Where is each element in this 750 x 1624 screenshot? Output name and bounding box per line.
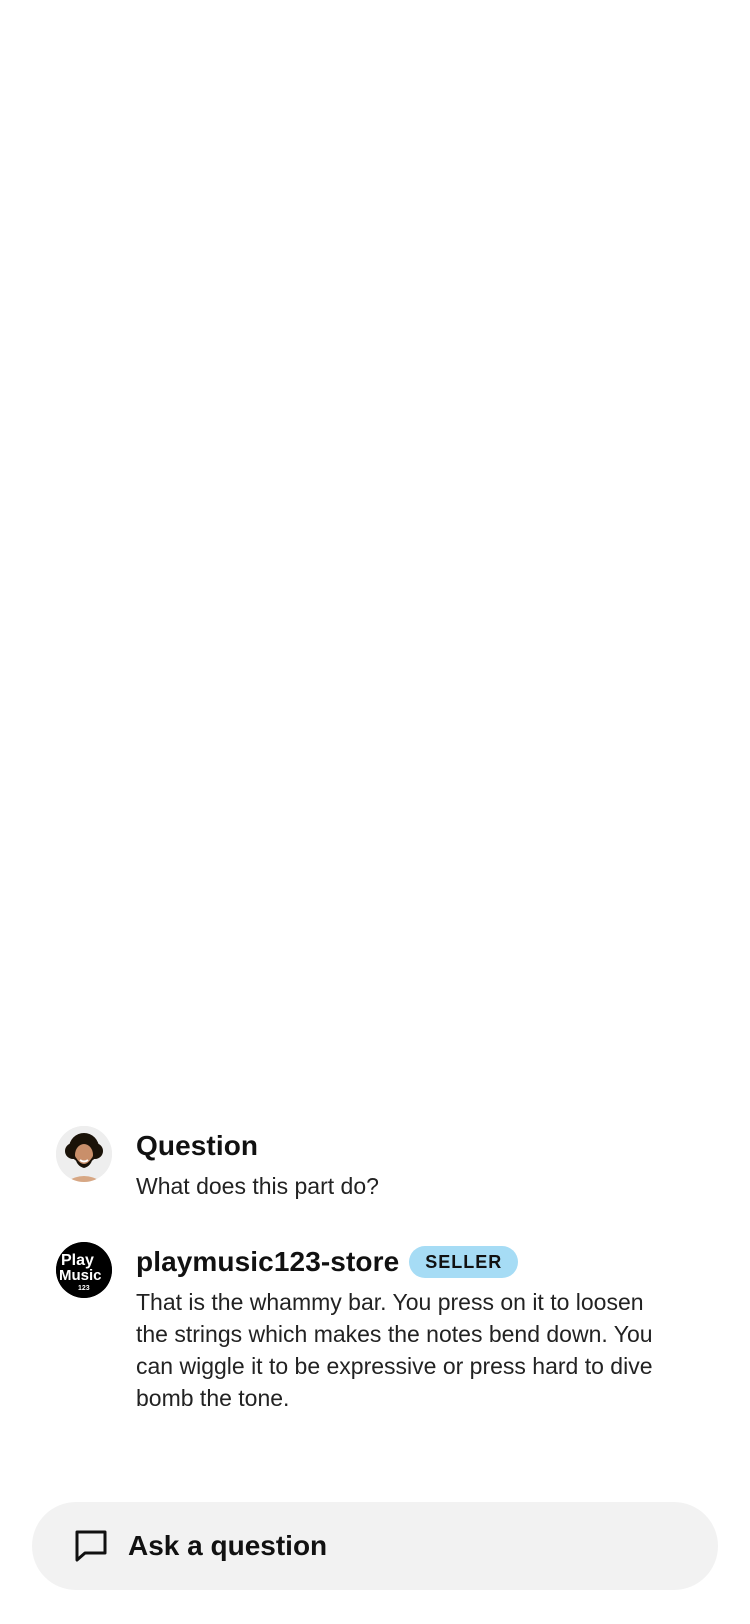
chat-bubble-icon — [72, 1527, 110, 1565]
answer-text: That is the whammy bar. You press on it … — [136, 1289, 653, 1411]
seller-badge: SELLER — [409, 1246, 519, 1278]
answer-item: Play Music 123 playmusic123-store SELLER… — [56, 1242, 716, 1414]
ask-question-button[interactable]: Ask a question — [32, 1502, 718, 1590]
answer-content: playmusic123-store SELLER That is the wh… — [136, 1242, 666, 1414]
seller-avatar: Play Music 123 — [56, 1242, 112, 1298]
seller-name[interactable]: playmusic123-store — [136, 1242, 399, 1282]
seller-logo-line2: Music — [59, 1267, 102, 1284]
page: Question What does this part do? Play Mu… — [0, 0, 750, 1624]
ask-question-label: Ask a question — [128, 1530, 328, 1561]
user-avatar-image — [56, 1126, 112, 1182]
question-label: Question — [136, 1130, 259, 1161]
question-item: Question What does this part do? — [56, 1126, 716, 1202]
answer-heading-row: playmusic123-store SELLER — [136, 1242, 666, 1282]
seller-logo: Play Music 123 — [56, 1242, 112, 1298]
media-area — [0, 0, 750, 1120]
user-avatar — [56, 1126, 112, 1182]
question-text: What does this part do? — [136, 1173, 379, 1199]
question-heading-row: Question — [136, 1126, 666, 1166]
question-content: Question What does this part do? — [136, 1126, 666, 1202]
seller-logo-line3: 123 — [78, 1285, 90, 1292]
